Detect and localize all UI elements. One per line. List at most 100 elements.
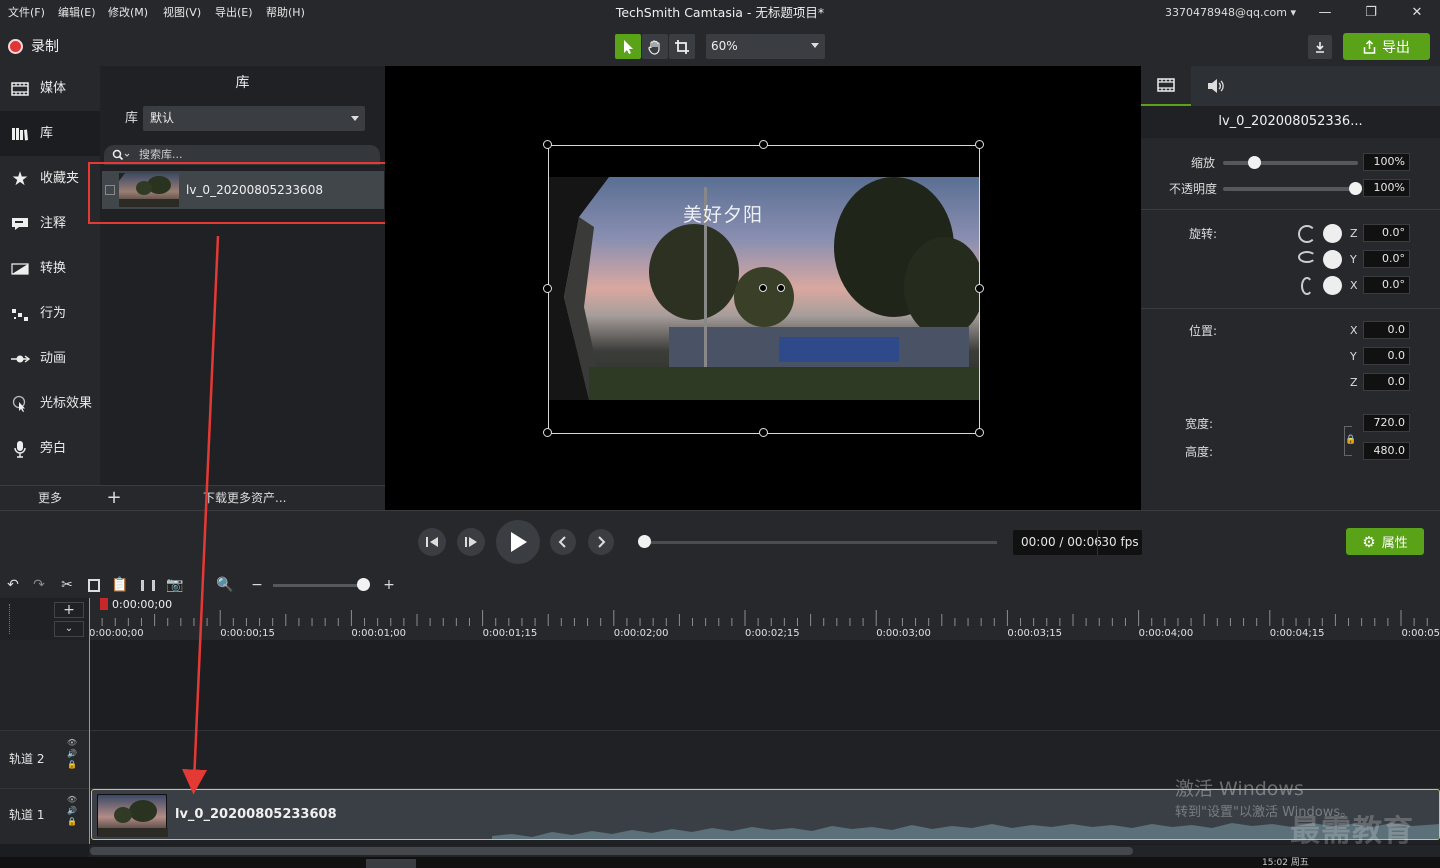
height-field[interactable]: 480.0 (1363, 442, 1410, 460)
share-icon (1363, 39, 1376, 54)
resize-handle[interactable] (975, 140, 984, 149)
resize-handle[interactable] (975, 428, 984, 437)
undo-icon: ↶ (7, 577, 19, 593)
rotation-handle[interactable] (777, 284, 785, 292)
pointer-icon (624, 39, 633, 54)
track-height-slider[interactable] (9, 604, 13, 634)
export-button[interactable]: 导出 (1343, 33, 1430, 60)
position-x-field[interactable]: 0.0 (1363, 321, 1410, 339)
resize-handle[interactable] (543, 140, 552, 149)
menu-view[interactable]: 视图(V) (163, 0, 201, 26)
sidebar-item-favorites[interactable]: ★ 收藏夹 (0, 156, 100, 201)
minimize-button[interactable]: — (1302, 0, 1348, 26)
sidebar-item-voice-narration[interactable]: 旁白 (0, 426, 100, 471)
redo-button[interactable]: ↷ (30, 576, 48, 594)
undo-button[interactable]: ↶ (4, 576, 22, 594)
track-controls[interactable]: 👁 🔊 🔒 (66, 737, 78, 770)
properties-button[interactable]: ⚙ 属性 (1346, 528, 1424, 555)
timeline-zoom-knob[interactable] (357, 578, 370, 591)
zoom-out-button[interactable]: − (248, 576, 266, 594)
menu-export[interactable]: 导出(E) (215, 0, 253, 26)
timeline-scrollbar-thumb[interactable] (90, 847, 1133, 855)
add-track-button[interactable]: + (54, 602, 84, 618)
zoom-select[interactable]: 60% (706, 34, 825, 59)
paste-button[interactable]: 📋 (111, 576, 129, 594)
crop-tool-button[interactable] (669, 34, 695, 59)
rotation-z-dial[interactable] (1323, 224, 1342, 243)
playhead-marker[interactable] (100, 598, 108, 610)
rotation-x-field[interactable]: 0.0° (1363, 276, 1410, 294)
position-z-field[interactable]: 0.0 (1363, 373, 1410, 391)
video-caption[interactable]: 美好夕阳 (683, 200, 763, 227)
scale-slider[interactable] (1223, 161, 1358, 165)
split-button[interactable] (139, 576, 157, 594)
snapshot-button[interactable]: 📷 (166, 576, 184, 594)
ruler-tick-label: 0:00:00;15 (220, 628, 275, 639)
cut-button[interactable]: ✂ (58, 576, 76, 594)
rotation-y-field[interactable]: 0.0° (1363, 250, 1410, 268)
add-button[interactable]: + (103, 486, 125, 510)
record-button[interactable]: 录制 (8, 36, 59, 56)
rotation-z-field[interactable]: 0.0° (1363, 224, 1410, 242)
scale-slider-knob[interactable] (1248, 156, 1262, 169)
opacity-field[interactable]: 100% (1363, 179, 1410, 197)
chevron-right-icon (598, 536, 606, 548)
menu-edit[interactable]: 编辑(E) (58, 0, 96, 26)
account-menu[interactable]: 3370478948@qq.com ▾ (1165, 0, 1296, 26)
tab-visual-properties[interactable] (1141, 66, 1191, 106)
more-button[interactable]: 更多 (0, 486, 100, 510)
resize-handle[interactable] (543, 428, 552, 437)
menu-modify[interactable]: 修改(M) (108, 0, 148, 26)
play-button[interactable] (496, 520, 540, 564)
track-header-1[interactable]: 轨道 1 👁 🔊 🔒 (0, 788, 89, 844)
close-button[interactable]: ✕ (1394, 0, 1440, 26)
copy-button[interactable] (85, 576, 103, 594)
maximize-button[interactable]: ❐ (1348, 0, 1394, 26)
pan-tool-button[interactable] (642, 34, 668, 59)
zoom-in-button[interactable]: + (380, 576, 398, 594)
timeline-header-left: + ⌄ (0, 598, 89, 640)
resize-handle[interactable] (759, 140, 768, 149)
resize-handle[interactable] (543, 284, 552, 293)
download-more-assets-link[interactable]: 下载更多资产... (203, 486, 286, 510)
lock-icon[interactable]: 🔒 (1345, 435, 1356, 445)
opacity-slider-knob[interactable] (1349, 182, 1362, 195)
timeline-empty-area[interactable] (89, 640, 1440, 730)
step-forward-button[interactable] (457, 528, 485, 556)
sidebar-item-cursor-effects[interactable]: 光标效果 (0, 381, 100, 426)
select-tool-button[interactable] (615, 34, 641, 59)
collapse-tracks-button[interactable]: ⌄ (54, 621, 84, 637)
next-button[interactable] (588, 529, 614, 555)
menu-help[interactable]: 帮助(H) (266, 0, 305, 26)
rotation-y-dial[interactable] (1323, 250, 1342, 269)
step-back-button[interactable] (418, 528, 446, 556)
menu-file[interactable]: 文件(F) (8, 0, 45, 26)
sidebar-item-transitions[interactable]: 转换 (0, 246, 100, 291)
resize-handle[interactable] (975, 284, 984, 293)
track-controls[interactable]: 👁 🔊 🔒 (66, 794, 78, 827)
sidebar-item-behaviors[interactable]: 行为 (0, 291, 100, 336)
tab-audio-properties[interactable] (1191, 66, 1241, 106)
width-label: 宽度: (1185, 417, 1214, 431)
sidebar-item-media[interactable]: 媒体 (0, 66, 100, 111)
sidebar-item-annotations[interactable]: 注释 (0, 201, 100, 246)
opacity-slider[interactable] (1223, 187, 1355, 191)
library-select[interactable]: 默认 (143, 106, 365, 131)
scale-field[interactable]: 100% (1363, 153, 1410, 171)
track-header-2[interactable]: 轨道 2 👁 🔊 🔒 (0, 730, 89, 788)
center-handle[interactable] (759, 284, 767, 292)
timeline-zoom-slider[interactable] (273, 584, 365, 587)
sidebar-item-library[interactable]: 库 (0, 111, 100, 156)
sidebar-item-animations[interactable]: 动画 (0, 336, 100, 381)
resize-handle[interactable] (759, 428, 768, 437)
download-button[interactable] (1308, 35, 1332, 59)
previous-button[interactable] (550, 529, 576, 555)
rotation-x-dial[interactable] (1323, 276, 1342, 295)
position-y-field[interactable]: 0.0 (1363, 347, 1410, 365)
width-field[interactable]: 720.0 (1363, 414, 1410, 432)
timeline-toolbar: ↶ ↷ ✂ 📋 📷 🔍 − + (0, 572, 1440, 598)
zoom-fit-button[interactable]: 🔍 (216, 576, 234, 594)
scrub-knob[interactable] (638, 535, 651, 548)
crop-icon (675, 39, 689, 54)
scrub-bar[interactable] (645, 541, 997, 544)
